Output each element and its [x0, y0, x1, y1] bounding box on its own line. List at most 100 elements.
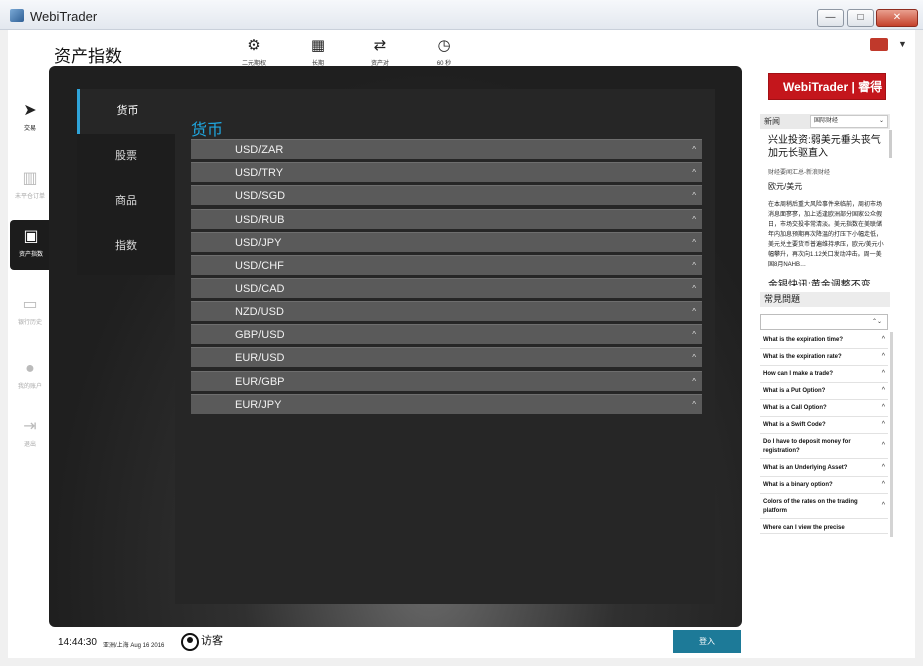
- tab-asset-pairs[interactable]: ⇄ 资产对: [360, 37, 400, 68]
- swap-arrows-icon: ⇄: [373, 37, 387, 54]
- tab-stocks[interactable]: 股票: [77, 134, 175, 179]
- asset-row-usd-zar[interactable]: USD/ZAR ^: [191, 139, 702, 159]
- news-second-headline[interactable]: 金银快讯:黄金调整不变: [768, 279, 888, 286]
- language-flag-icon[interactable]: [870, 38, 888, 51]
- nav-label: 退出: [23, 442, 36, 448]
- faq-question: What is the expiration rate?: [763, 354, 842, 360]
- tab-60-seconds[interactable]: ◷ 60 秒: [424, 38, 464, 68]
- calendar-icon: ▦: [310, 37, 326, 54]
- nav-logout[interactable]: ⇥ 退出: [8, 418, 52, 458]
- chevron-up-icon: ^: [692, 330, 696, 339]
- faq-question: What is a Call Option?: [763, 405, 827, 411]
- asset-row-usd-try[interactable]: USD/TRY ^: [191, 162, 702, 182]
- minimize-button[interactable]: —: [817, 9, 844, 27]
- faq-category-select[interactable]: ⌃⌄: [760, 314, 888, 330]
- chevron-up-icon: ^: [881, 442, 885, 449]
- news-source-value: 国际财经: [814, 118, 839, 124]
- tab-binary-options[interactable]: ⚙ 二元期权: [234, 38, 274, 68]
- tab-currencies[interactable]: 货币: [77, 89, 175, 134]
- timezone-date: 亚洲/上海 Aug 16 2016: [103, 643, 165, 649]
- asset-row-eur-usd[interactable]: EUR/USD ^: [191, 347, 702, 367]
- faq-item[interactable]: What is a binary option? ^: [760, 477, 888, 494]
- asset-row-usd-cad[interactable]: USD/CAD ^: [191, 278, 702, 298]
- asset-row-usd-rub[interactable]: USD/RUB ^: [191, 209, 702, 229]
- category-tabs: 货币 股票 商品 指数: [77, 89, 175, 275]
- asset-row-usd-sgd[interactable]: USD/SGD ^: [191, 185, 702, 205]
- chevron-up-icon: ^: [692, 307, 696, 316]
- chevron-up-icon: ^: [692, 215, 696, 224]
- maximize-button[interactable]: □: [847, 9, 874, 27]
- chevron-up-icon: ^: [881, 420, 885, 428]
- nav-my-account[interactable]: ● 我的账户: [8, 360, 52, 400]
- tab-indices[interactable]: 指数: [77, 224, 175, 269]
- chevron-up-icon: ^: [881, 369, 885, 377]
- faq-item[interactable]: Do I have to deposit money for registrat…: [760, 434, 888, 459]
- asset-name: EUR/GBP: [235, 376, 285, 388]
- asset-row-eur-jpy[interactable]: EUR/JPY ^: [191, 394, 702, 414]
- chevron-up-icon: ^: [881, 480, 885, 488]
- asset-name: USD/RUB: [235, 214, 285, 226]
- asset-row-usd-jpy[interactable]: USD/JPY ^: [191, 232, 702, 252]
- news-headline[interactable]: 兴业投资:弱美元垂头丧气 加元长驱直入: [768, 134, 888, 160]
- faq-question: Colors of the rates on the trading platf…: [763, 499, 858, 514]
- news-scrollbar[interactable]: [889, 130, 892, 158]
- chevron-up-icon: ^: [692, 238, 696, 247]
- user-name: 访客: [201, 635, 223, 647]
- nav-trade[interactable]: ➤ 交易: [8, 102, 52, 142]
- card-icon: ▭: [22, 296, 38, 313]
- chevron-down-icon[interactable]: ▼: [898, 39, 907, 49]
- faq-item[interactable]: What is a Call Option? ^: [760, 400, 888, 417]
- news-header: 新闻 国际财经 ⌄: [760, 114, 890, 129]
- asset-name: EUR/USD: [235, 352, 285, 364]
- asset-name: USD/CHF: [235, 260, 284, 272]
- faq-scrollbar[interactable]: [890, 332, 893, 537]
- asset-row-eur-gbp[interactable]: EUR/GBP ^: [191, 371, 702, 391]
- faq-question: What is the expiration time?: [763, 337, 844, 343]
- news-meta: 财经要闻汇总-新浪财经: [768, 170, 830, 176]
- asset-index-panel: 货币 股票 商品 指数 货币 USD/ZAR ^ USD/TRY ^ USD/SGD…: [49, 66, 742, 627]
- nav-label: 未平仓订单: [14, 194, 45, 200]
- faq-item[interactable]: What is the expiration time? ^: [760, 332, 888, 349]
- nav-label: 银行历史: [17, 320, 42, 326]
- user-icon: ●: [25, 360, 35, 377]
- chevron-up-icon: ^: [692, 377, 696, 386]
- asset-row-gbp-usd[interactable]: GBP/USD ^: [191, 324, 702, 344]
- faq-question: Do I have to deposit money for registrat…: [763, 439, 851, 454]
- clock: 14:44:30: [58, 637, 97, 648]
- asset-row-usd-chf[interactable]: USD/CHF ^: [191, 255, 702, 275]
- avatar[interactable]: [181, 633, 199, 651]
- nav-open-orders[interactable]: ▥ 未平仓订单: [8, 170, 52, 210]
- news-body: 在本周稍后重大风险事件来临前，周初市场消息面寥寥，加上适逢欧洲部分国家公众假日，…: [768, 202, 884, 268]
- asset-list-area: 货币 USD/ZAR ^ USD/TRY ^ USD/SGD ^ USD/RUB ^ U…: [175, 89, 715, 604]
- faq-item[interactable]: What is an Underlying Asset? ^: [760, 460, 888, 477]
- app-client-area: 资产指数 ⚙ 二元期权 ▦ 长期 ⇄ 资产对 ◷ 60 秒 ▼ ➤ 交易 ▥ 未…: [8, 30, 915, 658]
- faq-question: What is a binary option?: [763, 482, 833, 488]
- close-button[interactable]: ✕: [876, 9, 918, 27]
- faq-item[interactable]: What is a Put Option? ^: [760, 383, 888, 400]
- app-logo-icon: [10, 9, 24, 22]
- faq-item[interactable]: What is the expiration rate? ^: [760, 349, 888, 366]
- asset-name: USD/SGD: [235, 190, 286, 202]
- login-button[interactable]: 登入: [673, 630, 741, 653]
- nav-label: 资产指数: [18, 252, 43, 258]
- faq-item[interactable]: How can I make a trade? ^: [760, 366, 888, 383]
- asset-row-nzd-usd[interactable]: NZD/USD ^: [191, 301, 702, 321]
- news-source-select[interactable]: 国际财经 ⌄: [810, 115, 888, 128]
- section-title: 货币: [191, 122, 224, 139]
- chevron-up-icon: ^: [692, 168, 696, 177]
- faq-item[interactable]: Where can I view the precise: [760, 520, 888, 534]
- nav-bank-history[interactable]: ▭ 银行历史: [8, 296, 52, 336]
- faq-item[interactable]: Colors of the rates on the trading platf…: [760, 494, 888, 519]
- faq-question: What is a Swift Code?: [763, 422, 826, 428]
- nav-asset-index[interactable]: ▣ 资产指数: [10, 220, 52, 270]
- tab-commodities[interactable]: 商品: [77, 179, 175, 224]
- chevron-up-icon: ^: [692, 284, 696, 293]
- tab-long-term[interactable]: ▦ 长期: [298, 37, 338, 68]
- title-bar: WebiTrader — □ ✕: [0, 0, 923, 30]
- chevron-up-icon: ^: [881, 463, 885, 471]
- webitrader-logo: WebiTrader | 睿得: [768, 73, 886, 100]
- faq-item[interactable]: What is a Swift Code? ^: [760, 417, 888, 434]
- chevron-up-icon: ^: [692, 353, 696, 362]
- asset-name: USD/TRY: [235, 167, 284, 179]
- bar-chart-icon: ▥: [22, 170, 38, 187]
